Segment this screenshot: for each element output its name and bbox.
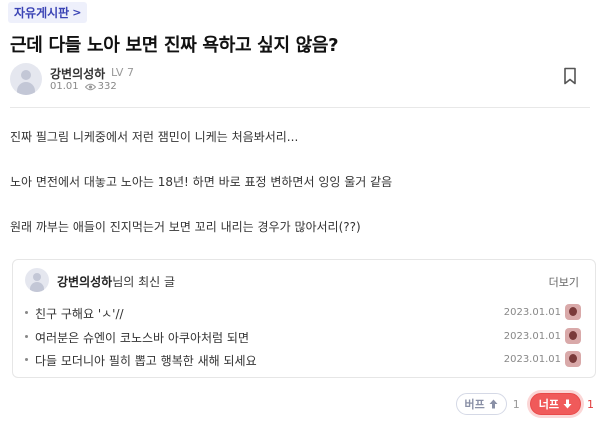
view-count: 332 <box>84 81 117 92</box>
author-row: 강변의성하 LV 7 01.01 332 <box>10 63 590 99</box>
post-body-line: 진짜 필그림 니케중에서 저런 잼민이 니케는 처음봐서리... <box>10 130 299 144</box>
author-recent-posts: 강변의성하님의 최신 글 더보기 친구 구해요 'ㅅ'// 2023.01.01… <box>12 259 596 378</box>
author-thumbnail <box>565 351 581 367</box>
eye-icon <box>84 83 96 90</box>
post-date: 01.01 <box>50 81 79 92</box>
view-count-value: 332 <box>97 81 117 92</box>
author-level: LV 7 <box>111 66 134 79</box>
recent-author-name[interactable]: 강변의성하 <box>57 275 112 289</box>
buff-count: 1 <box>512 397 520 411</box>
recent-post-date: 2023.01.01 <box>503 307 561 318</box>
nerf-count: 1 <box>587 397 594 411</box>
post-meta: 01.01 332 <box>50 81 117 92</box>
recent-post-date: 2023.01.01 <box>503 354 561 365</box>
chevron-right-icon: > <box>72 6 82 19</box>
nerf-button[interactable]: 너프 <box>529 393 581 415</box>
nerf-label: 너프 <box>538 398 559 411</box>
avatar[interactable] <box>10 63 42 95</box>
bookmark-icon[interactable] <box>562 67 578 85</box>
post-title: 근데 다들 노아 보면 진짜 욕하고 싶지 않음? <box>10 35 339 56</box>
buff-label: 버프 <box>464 398 485 411</box>
recent-post-title[interactable]: 다들 모더니아 필히 뽑고 행복한 새해 되세요 <box>35 352 257 369</box>
vote-area: 버프 1 너프 1 <box>455 392 594 416</box>
arrow-down-icon <box>563 399 572 409</box>
recent-posts-title: 강변의성하님의 최신 글 <box>57 273 175 290</box>
bullet-icon <box>25 335 28 338</box>
recent-post-item[interactable]: 다들 모더니아 필히 뽑고 행복한 새해 되세요 2023.01.01 <box>25 350 585 370</box>
author-name[interactable]: 강변의성하 <box>50 65 105 82</box>
divider <box>10 107 590 108</box>
recent-post-item[interactable]: 친구 구해요 'ㅅ'// 2023.01.01 <box>25 303 585 323</box>
bullet-icon <box>25 358 28 361</box>
board-name: 자유게시판 <box>14 6 70 20</box>
author-thumbnail <box>565 328 581 344</box>
avatar[interactable] <box>25 268 49 292</box>
author-thumbnail <box>565 304 581 320</box>
recent-post-item[interactable]: 여러분은 슈엔이 코노스바 아쿠아처럼 되면 2023.01.01 <box>25 327 585 347</box>
post-body-line: 노아 면전에서 대놓고 노아는 18년! 하면 바로 표정 변하면서 잉잉 울거… <box>10 175 393 189</box>
board-breadcrumb[interactable]: 자유게시판 > <box>8 2 88 23</box>
recent-post-title[interactable]: 친구 구해요 'ㅅ'// <box>35 305 124 322</box>
more-link[interactable]: 더보기 <box>549 274 579 290</box>
post-body-line: 원래 까부는 애들이 진지먹는거 보면 꼬리 내리는 경우가 많아서리(??) <box>10 220 361 234</box>
recent-post-title[interactable]: 여러분은 슈엔이 코노스바 아쿠아처럼 되면 <box>35 329 249 346</box>
bullet-icon <box>25 311 28 314</box>
buff-button[interactable]: 버프 <box>455 393 507 415</box>
arrow-up-icon <box>489 399 498 409</box>
recent-post-date: 2023.01.01 <box>503 331 561 342</box>
recent-title-suffix: 님의 최신 글 <box>112 275 176 289</box>
